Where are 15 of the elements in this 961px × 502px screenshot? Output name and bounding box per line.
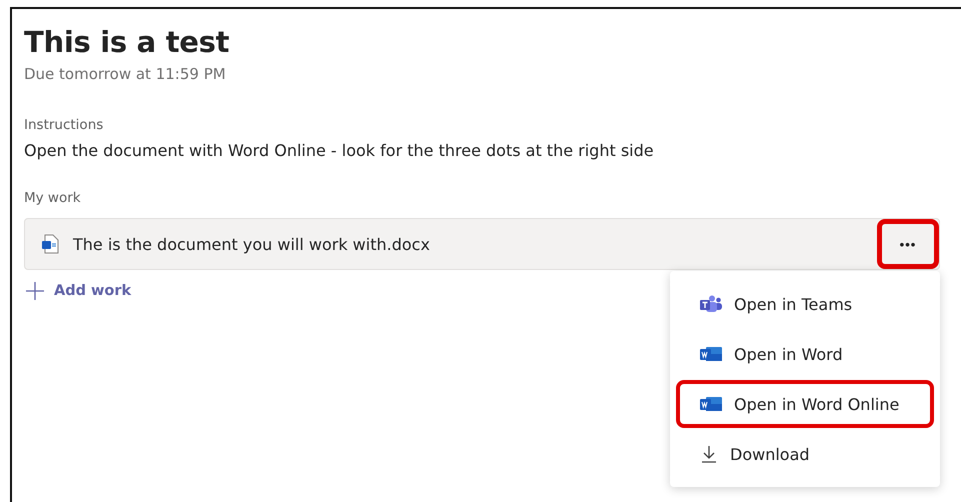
plus-icon	[26, 282, 44, 300]
assignment-title: This is a test	[24, 25, 230, 59]
instructions-label: Instructions	[24, 117, 104, 133]
menu-item[interactable]: Open in Word Online	[676, 380, 934, 428]
word-icon	[700, 396, 722, 412]
file-attachment[interactable]: The is the document you will work with.docx •••	[24, 218, 940, 270]
download-icon	[700, 445, 718, 463]
instructions-text: Open the document with Word Online - look for the three dots at the right side	[24, 141, 654, 160]
word-icon	[700, 346, 722, 362]
my-work-label: My work	[24, 190, 81, 206]
file-name: The is the document you will work with.docx	[73, 234, 431, 254]
add-work-button[interactable]: Add work	[24, 282, 132, 300]
document-icon	[41, 234, 59, 254]
due-date: Due tomorrow at 11:59 PM	[24, 65, 226, 83]
teams-icon	[700, 295, 722, 313]
